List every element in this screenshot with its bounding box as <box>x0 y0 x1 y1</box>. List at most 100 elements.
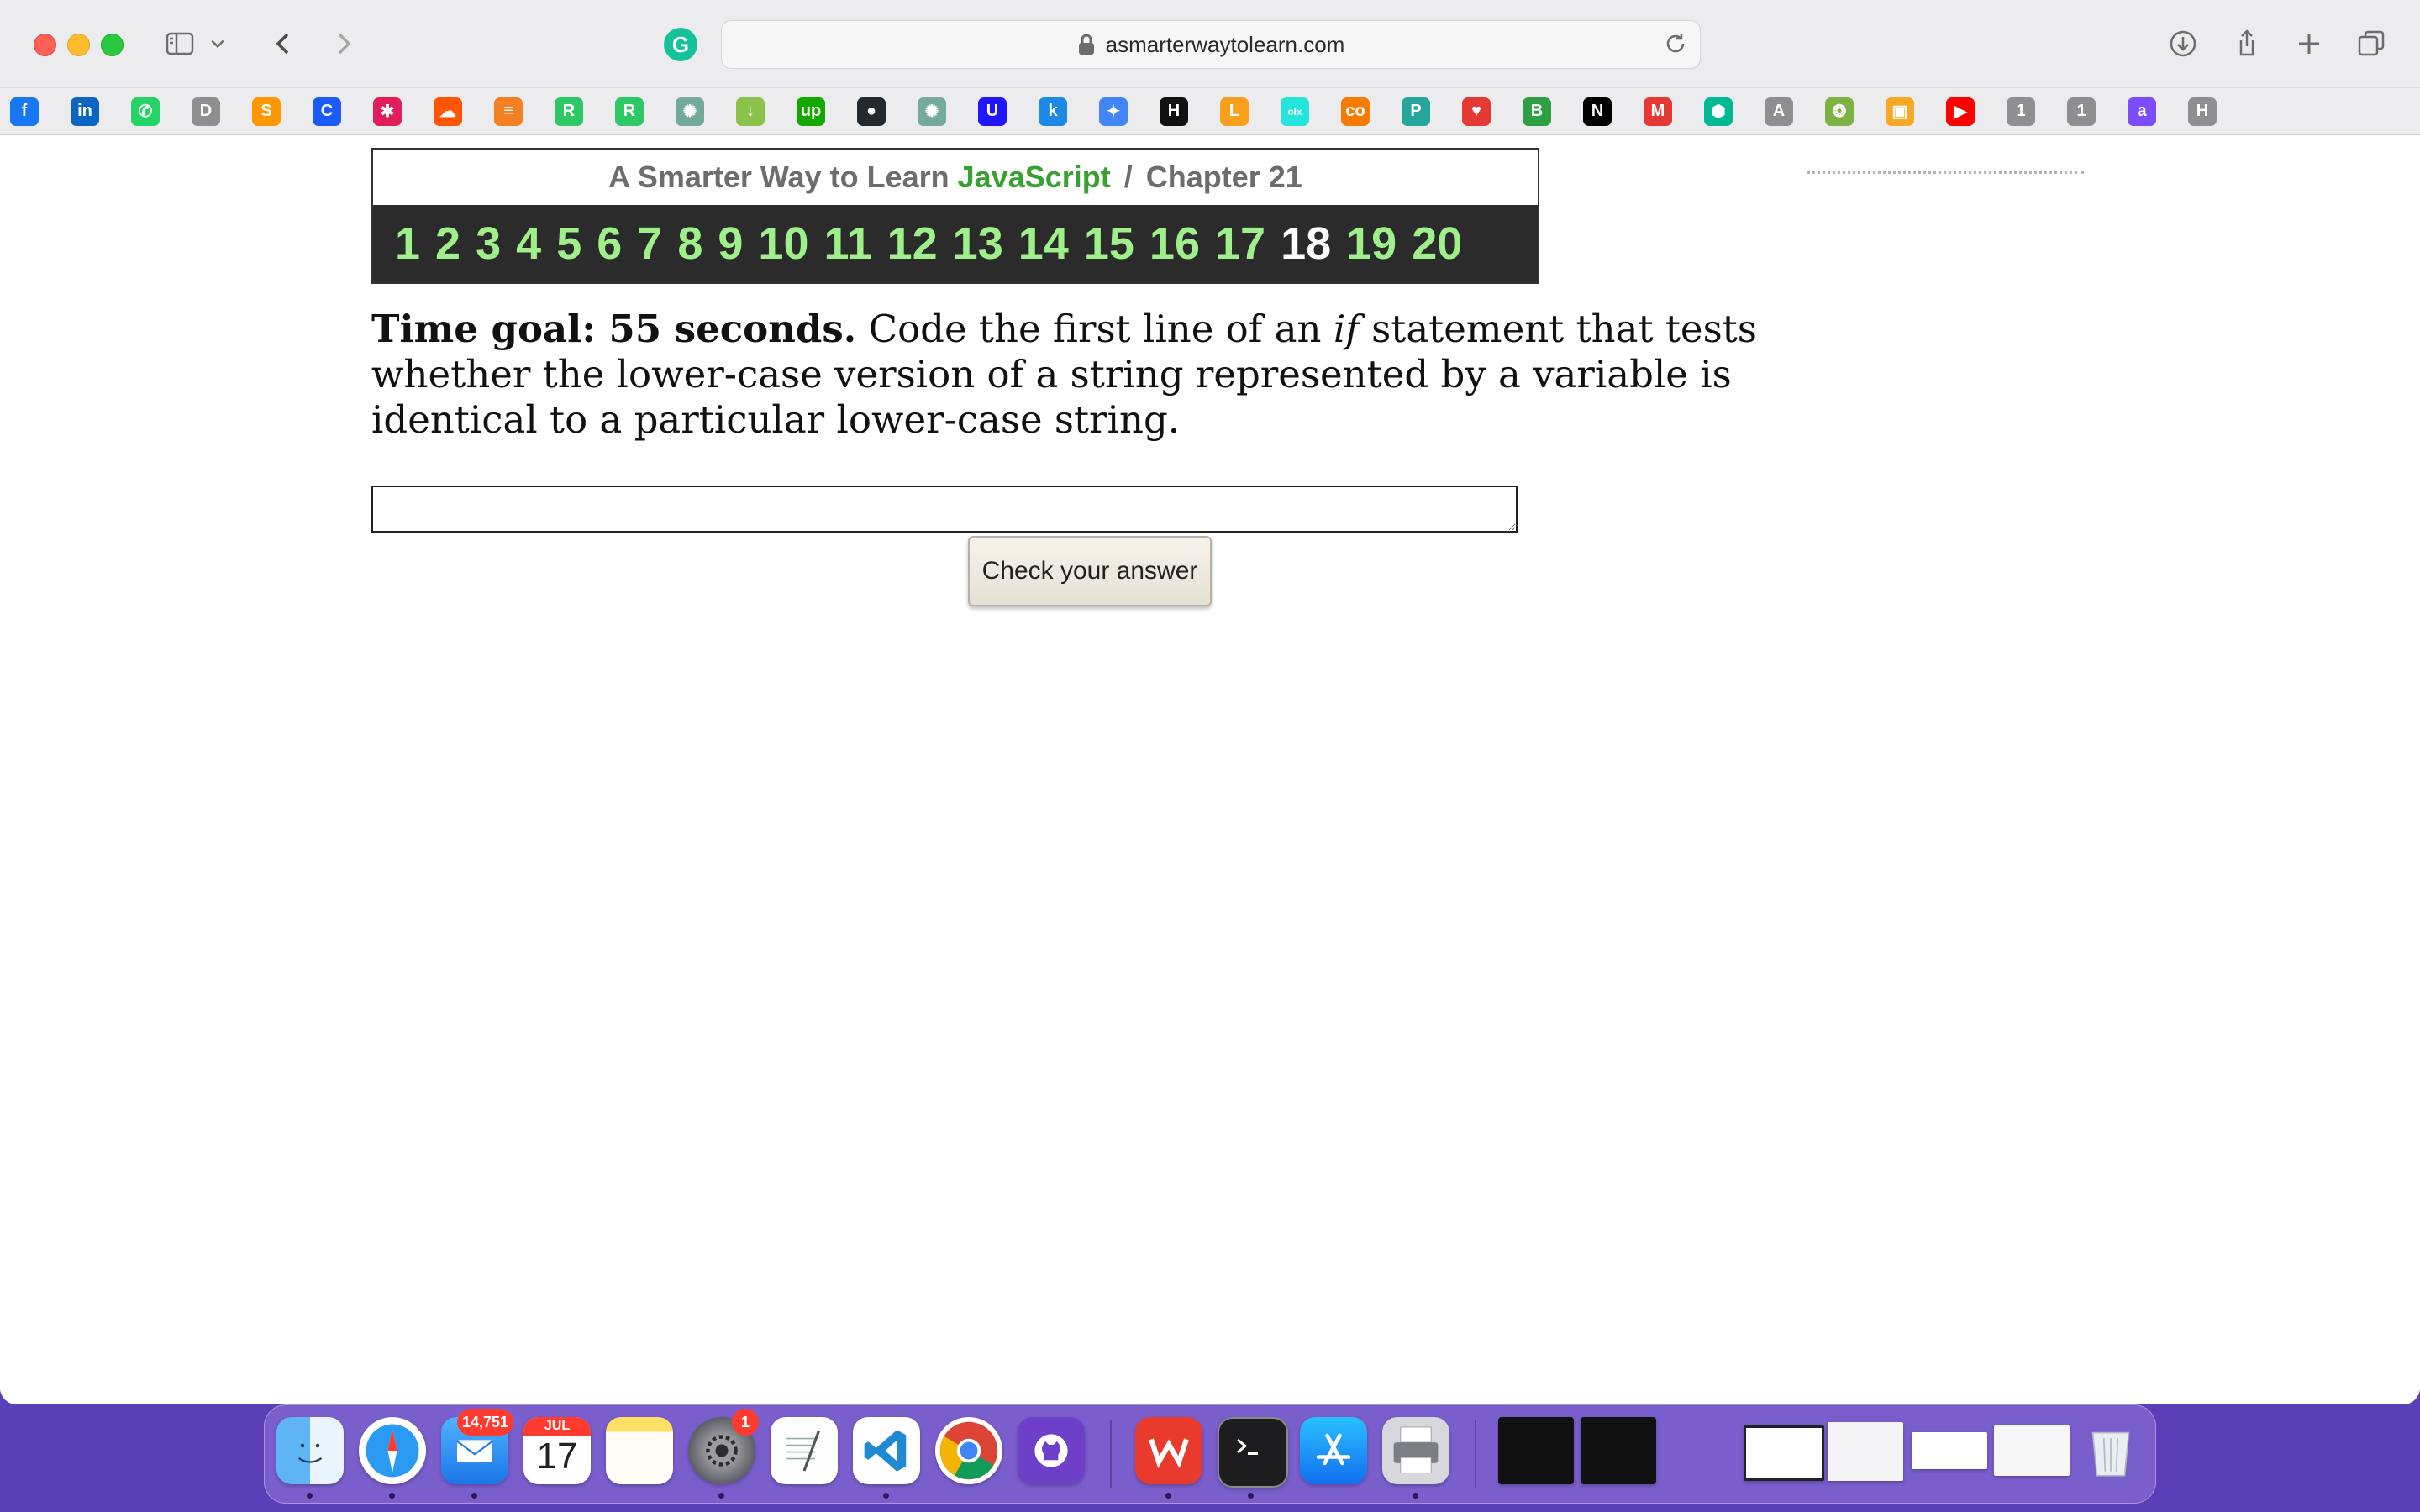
heart-icon[interactable]: ♥ <box>1462 97 1491 126</box>
zoom-window-button[interactable] <box>101 34 124 56</box>
exercise-link-5[interactable]: 5 <box>556 218 581 270</box>
olx-icon[interactable]: olx <box>1281 97 1309 126</box>
exercise-link-4[interactable]: 4 <box>516 218 541 270</box>
hex-icon[interactable]: ⬢ <box>1704 97 1733 126</box>
dock-separator-1 <box>1110 1420 1112 1488</box>
exercise-link-14[interactable]: 14 <box>1018 218 1069 270</box>
download-icon[interactable]: ↓ <box>736 97 765 126</box>
app-store-icon[interactable] <box>1300 1417 1367 1484</box>
exercise-link-19[interactable]: 19 <box>1346 218 1397 270</box>
chrome-icon[interactable] <box>935 1417 1002 1484</box>
exercise-link-7[interactable]: 7 <box>637 218 662 270</box>
github-icon[interactable]: ● <box>857 97 886 126</box>
exercise-link-10[interactable]: 10 <box>758 218 808 270</box>
emblem-icon[interactable]: ❂ <box>1825 97 1854 126</box>
minimized-window-1[interactable] <box>1744 1425 1824 1481</box>
close-window-button[interactable] <box>34 34 56 56</box>
minimized-vscode-window-2[interactable] <box>1581 1417 1656 1484</box>
calendar-icon[interactable]: JUL 17 <box>523 1417 591 1484</box>
sublime-icon[interactable]: S <box>252 97 281 126</box>
exercise-link-20[interactable]: 20 <box>1412 218 1462 270</box>
page-content: A Smarter Way to Learn JavaScript / Chap… <box>0 136 2420 1404</box>
whatsapp-icon[interactable]: ✆ <box>131 97 160 126</box>
youtube-icon[interactable]: ▶ <box>1946 97 1975 126</box>
classroom-icon[interactable]: ▣ <box>1886 97 1914 126</box>
a-gray-icon[interactable]: A <box>1765 97 1793 126</box>
exercise-link-3[interactable]: 3 <box>476 218 501 270</box>
tab-overview-icon[interactable] <box>2349 22 2393 66</box>
terminal-running-dot <box>1248 1493 1254 1499</box>
back-arrow-icon[interactable] <box>262 22 306 66</box>
c-icon[interactable]: C <box>313 97 341 126</box>
textedit-icon[interactable] <box>771 1417 838 1484</box>
exercise-link-1[interactable]: 1 <box>395 218 420 270</box>
a-purple-icon[interactable]: a <box>2128 97 2156 126</box>
upwork-icon[interactable]: up <box>797 97 825 126</box>
k-icon[interactable]: k <box>1039 97 1067 126</box>
linkedin-icon[interactable]: in <box>71 97 99 126</box>
forward-arrow-icon[interactable] <box>321 22 365 66</box>
gemini-icon[interactable]: ✦ <box>1099 97 1128 126</box>
exercise-link-12[interactable]: 12 <box>887 218 938 270</box>
exercise-link-16[interactable]: 16 <box>1150 218 1200 270</box>
hackerrank-icon-1[interactable]: R <box>555 97 583 126</box>
exercise-link-15[interactable]: 15 <box>1084 218 1134 270</box>
exercise-link-2[interactable]: 2 <box>435 218 460 270</box>
new-tab-icon[interactable] <box>2287 22 2331 66</box>
address-bar[interactable]: asmarterwaytolearn.com <box>721 20 1701 69</box>
facebook-icon[interactable]: f <box>10 97 39 126</box>
green-app-icon[interactable]: B <box>1523 97 1551 126</box>
answer-input[interactable] <box>371 486 1518 533</box>
notes-icon[interactable] <box>606 1417 673 1484</box>
mail-icon[interactable]: 14,751 <box>441 1409 513 1484</box>
coursera-icon[interactable]: co <box>1341 97 1370 126</box>
dock-separator-2 <box>1475 1420 1476 1488</box>
p-icon[interactable]: P <box>1402 97 1430 126</box>
trash-icon[interactable] <box>2081 1417 2140 1484</box>
one-icon-2[interactable]: 1 <box>2067 97 2096 126</box>
github-desktop-icon[interactable] <box>1018 1417 1085 1484</box>
hh-icon[interactable]: H <box>1160 97 1188 126</box>
udacity-icon[interactable]: U <box>978 97 1007 126</box>
notion-icon[interactable]: N <box>1583 97 1612 126</box>
sidebar-icon[interactable] <box>158 22 202 66</box>
downloads-icon[interactable] <box>2161 22 2205 66</box>
exercise-link-11[interactable]: 11 <box>824 218 872 270</box>
minimize-window-button[interactable] <box>67 34 90 56</box>
exercise-link-6[interactable]: 6 <box>597 218 622 270</box>
finder-icon[interactable] <box>276 1417 344 1484</box>
chatgpt-icon-2[interactable]: ✺ <box>918 97 946 126</box>
minimized-window-2[interactable] <box>1828 1422 1903 1481</box>
url-text: asmarterwaytolearn.com <box>1105 31 1345 57</box>
hackerrank-icon-2[interactable]: R <box>615 97 644 126</box>
soundcloud-icon[interactable]: ☁ <box>434 97 462 126</box>
wps-running-dot <box>1165 1493 1171 1499</box>
check-answer-button[interactable]: Check your answer <box>968 536 1212 606</box>
system-settings-icon[interactable]: 1 <box>688 1409 759 1484</box>
one-icon-1[interactable]: 1 <box>2007 97 2035 126</box>
exercise-link-8[interactable]: 8 <box>677 218 702 270</box>
exercise-link-13[interactable]: 13 <box>953 218 1003 270</box>
leetcode-icon[interactable]: L <box>1220 97 1249 126</box>
chevron-down-icon[interactable] <box>205 22 230 66</box>
m-icon[interactable]: M <box>1644 97 1672 126</box>
wps-icon[interactable] <box>1135 1417 1202 1484</box>
minimized-vscode-window-1[interactable] <box>1498 1417 1574 1484</box>
reload-icon[interactable] <box>1663 31 1688 56</box>
exercise-link-9[interactable]: 9 <box>718 218 743 270</box>
slack-icon[interactable]: ✱ <box>373 97 402 126</box>
d-icon[interactable]: D <box>192 97 220 126</box>
chatgpt-icon-1[interactable]: ✺ <box>676 97 704 126</box>
minimized-window-3[interactable] <box>1912 1432 1987 1469</box>
minimized-window-4[interactable] <box>1994 1425 2070 1476</box>
terminal-icon[interactable] <box>1218 1417 1288 1488</box>
exercise-link-18[interactable]: 18 <box>1281 218 1331 270</box>
printer-icon[interactable] <box>1382 1417 1449 1484</box>
vscode-icon[interactable] <box>853 1417 920 1484</box>
safari-icon[interactable] <box>359 1417 426 1484</box>
stackoverflow-icon[interactable]: ≡ <box>494 97 523 126</box>
share-icon[interactable] <box>2225 22 2269 66</box>
h-icon[interactable]: H <box>2188 97 2217 126</box>
grammarly-extension-icon[interactable]: G <box>664 28 697 61</box>
exercise-link-17[interactable]: 17 <box>1215 218 1265 270</box>
